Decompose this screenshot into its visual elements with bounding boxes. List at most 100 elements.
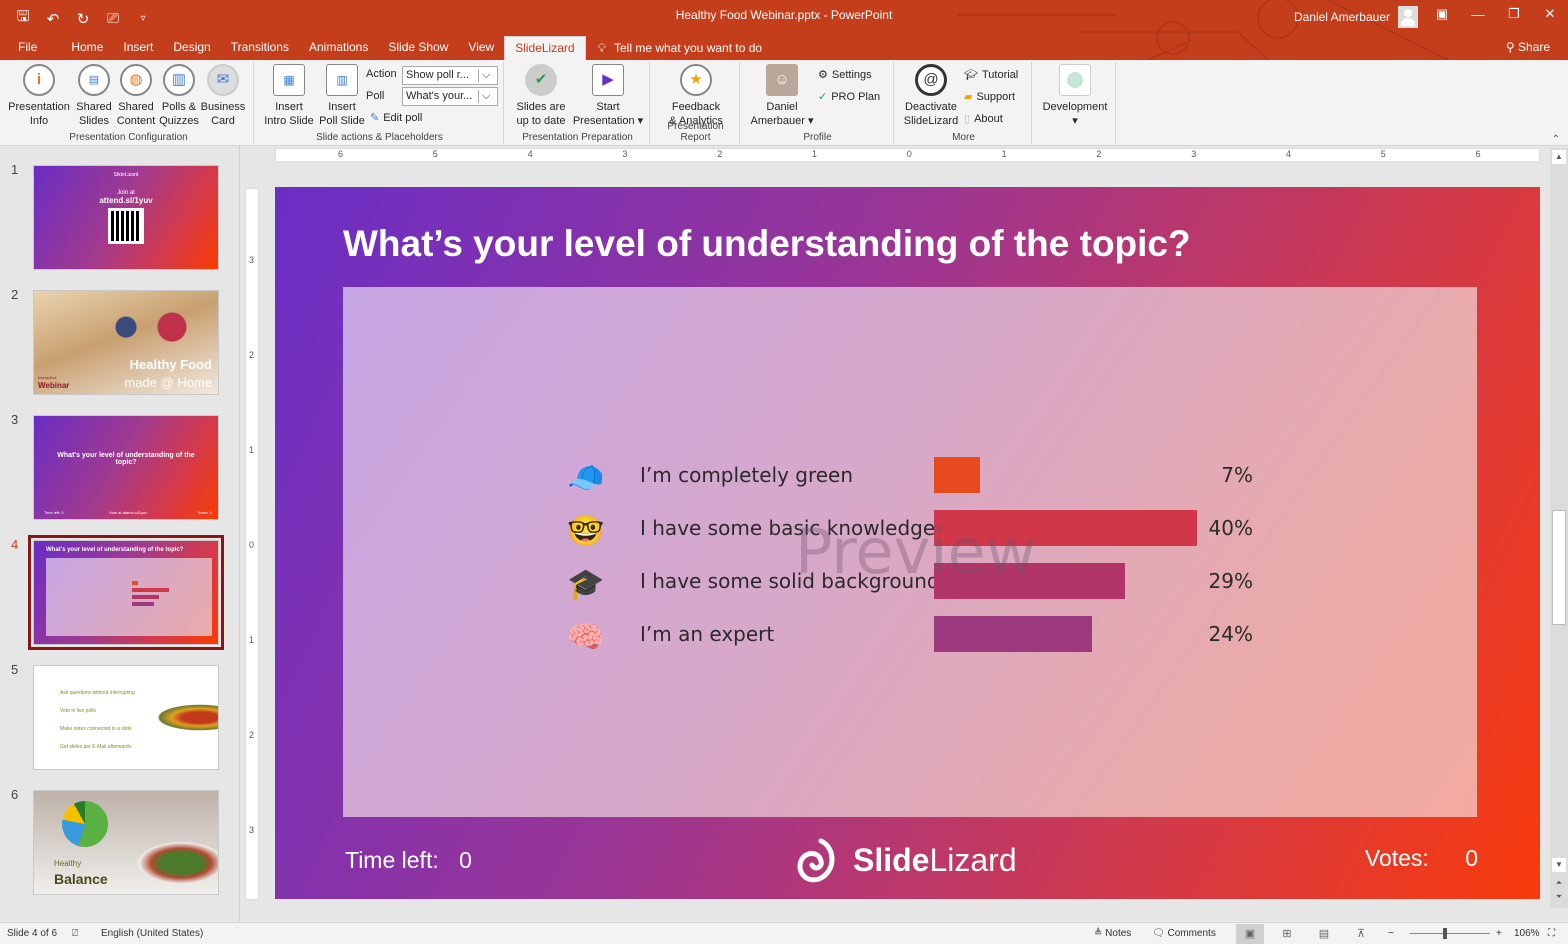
language[interactable]: English (United States) — [101, 928, 203, 939]
scrollbar-thumb[interactable] — [1552, 510, 1566, 625]
zoom-level[interactable]: 106% — [1514, 928, 1540, 939]
poll-bar — [934, 616, 1092, 652]
tab-file[interactable]: File — [0, 36, 61, 60]
ruler-label: 3 — [249, 255, 255, 265]
pro-plan-button[interactable]: ✓ PRO Plan — [818, 90, 880, 104]
support-button[interactable]: ▰ Support — [964, 90, 1015, 104]
fit-slide-icon[interactable]: ⛶ — [1548, 928, 1555, 939]
reading-view-button[interactable]: ▤ — [1310, 924, 1338, 944]
poll-option-row: 🧠 I’m an expert 24% — [343, 616, 1477, 656]
zoom-slider-handle[interactable] — [1443, 928, 1447, 939]
shared-content-button[interactable]: ◍ Shared Content — [114, 64, 158, 128]
window-controls: ▣ — ❐ ✕ — [1424, 0, 1568, 28]
thumbnail-image: What's your level of understanding of th… — [33, 415, 219, 520]
scroll-up-button[interactable]: ▲ — [1552, 150, 1566, 164]
insert-intro-slide-button[interactable]: ▦ Insert Intro Slide — [260, 64, 318, 128]
slide-thumbnail-pane: 1 SlideLizard Join at attend.sl/1yuv 2 H… — [0, 146, 240, 922]
normal-view-button[interactable]: ▣ — [1236, 924, 1264, 944]
spell-check-icon[interactable]: ⍁ — [72, 928, 78, 939]
avatar — [1398, 6, 1418, 28]
about-button[interactable]: ▯ About — [964, 112, 1003, 126]
slides-up-to-date-button[interactable]: ✔ Slides are up to date — [510, 64, 572, 128]
ribbon-display-button[interactable]: ▣ — [1424, 0, 1460, 28]
tell-me-search[interactable]: 💡︎ Tell me what you want to do — [586, 36, 774, 60]
profile-button[interactable]: ☺ Daniel Amerbauer ▾ — [748, 64, 816, 128]
cap-icon: 🧢 — [567, 462, 605, 495]
save-icon[interactable]: 🖫 — [14, 6, 32, 31]
zoom-slider[interactable] — [1410, 933, 1490, 934]
present-icon[interactable]: ⎚ — [104, 10, 122, 27]
tab-animations[interactable]: Animations — [299, 36, 378, 60]
ruler-label: 2 — [1096, 149, 1102, 159]
group-presentation-report: ★ Feedback & Analytics Presentation Repo… — [652, 62, 740, 144]
notes-icon: ≜ — [1094, 928, 1106, 939]
poll-bar — [934, 510, 1197, 546]
settings-button[interactable]: ⚙ Settings — [818, 68, 872, 82]
comments-button[interactable]: 🗨︎ Comments — [1152, 928, 1216, 939]
shared-slides-button[interactable]: ▤ Shared Slides — [72, 64, 116, 128]
deactivate-slidelizard-button[interactable]: @ Deactivate SlideLizard — [900, 64, 962, 128]
action-dropdown[interactable]: Show poll r... ⌵ — [402, 66, 498, 85]
share-button[interactable]: ⚲ Share — [1506, 40, 1550, 54]
poll-bar — [934, 457, 981, 493]
poll-dropdown[interactable]: What's your... ⌵ — [402, 87, 498, 106]
group-presentation-configuration: i Presentation Info ▤ Shared Slides ◍ Sh… — [4, 62, 254, 144]
slide-title[interactable]: What’s your level of understanding of th… — [343, 223, 1191, 265]
ruler-label: 3 — [622, 149, 628, 159]
scroll-down-button[interactable]: ▼ — [1552, 858, 1566, 872]
zoom-in-button[interactable]: + — [1496, 928, 1502, 939]
graduation-cap-icon: 🎓 — [567, 568, 605, 601]
close-button[interactable]: ✕ — [1532, 0, 1568, 28]
undo-icon[interactable]: ↶ — [44, 10, 62, 28]
status-bar: Slide 4 of 6 ⍁ English (United States) ≜… — [0, 922, 1568, 944]
poll-bar — [934, 563, 1125, 599]
start-presentation-button[interactable]: ▶ Start Presentation ▾ — [570, 64, 646, 128]
development-icon — [1059, 64, 1091, 96]
business-card-button[interactable]: ✉ Business Card — [200, 64, 246, 128]
feedback-analytics-button[interactable]: ★ Feedback & Analytics — [656, 64, 736, 128]
tab-home[interactable]: Home — [61, 36, 113, 60]
restore-button[interactable]: ❐ — [1496, 0, 1532, 28]
title-bar: 🖫 ↶ ↻ ⎚ ▿ Healthy Food Webinar.pptx - Po… — [0, 0, 1568, 60]
redo-icon[interactable]: ↻ — [74, 10, 92, 28]
notes-button[interactable]: ≜ Notes — [1094, 928, 1131, 939]
comment-icon: 🗨︎ — [1152, 928, 1168, 939]
group-profile: ☺ Daniel Amerbauer ▾ ⚙ Settings ✓ PRO Plan… — [742, 62, 894, 144]
profile-photo: ☺ — [766, 64, 798, 96]
tutorial-button[interactable]: 🎓︎ Tutorial — [964, 68, 1018, 82]
thumbnail-image-selected: What's your level of understanding of th… — [28, 535, 224, 650]
ruler-label: 0 — [249, 540, 255, 550]
previous-slide-button[interactable]: ⏶ — [1552, 876, 1566, 890]
vertical-scrollbar[interactable]: ▲ ▼ ⏶ ⏷ — [1550, 148, 1568, 908]
check-circle-icon: ✓ — [818, 91, 828, 103]
tab-slide-show[interactable]: Slide Show — [378, 36, 458, 60]
edit-poll-button[interactable]: ✎ Edit poll — [370, 111, 422, 125]
start-presentation-icon: ▶ — [592, 64, 624, 96]
insert-poll-slide-button[interactable]: ▥ Insert Poll Slide — [316, 64, 368, 128]
collapse-ribbon-icon[interactable]: ⌃ — [1552, 134, 1560, 145]
brain-icon: 🧠 — [567, 621, 605, 654]
ruler-label: 4 — [1286, 149, 1292, 159]
slidelizard-logo: SlideLizard — [795, 837, 1017, 883]
slideshow-view-button[interactable]: ⊼ — [1347, 924, 1375, 944]
poll-results-panel: 🧢 I’m completely green 7% 🤓 I have some basi… — [343, 287, 1477, 817]
next-slide-button[interactable]: ⏷ — [1552, 890, 1566, 904]
slidelizard-logo-icon: @ — [915, 64, 947, 96]
tab-slidelizard[interactable]: SlideLizard — [504, 36, 586, 60]
presentation-info-button[interactable]: i Presentation Info — [6, 64, 72, 128]
zoom-out-button[interactable]: − — [1388, 928, 1394, 939]
development-button[interactable]: Development ▾ — [1038, 64, 1112, 128]
tab-view[interactable]: View — [458, 36, 504, 60]
user-account[interactable]: Daniel Amerbauer — [1294, 6, 1418, 28]
customize-icon[interactable]: ▿ — [134, 13, 152, 24]
business-card-icon: ✉ — [207, 64, 239, 96]
slide-canvas[interactable]: What’s your level of understanding of th… — [275, 187, 1540, 899]
polls-quizzes-button[interactable]: ▥ Polls & Quizzes — [156, 64, 202, 128]
tab-design[interactable]: Design — [163, 36, 220, 60]
support-chat-icon: ▰ — [964, 91, 973, 103]
tab-transitions[interactable]: Transitions — [221, 36, 299, 60]
ruler-label: 1 — [1001, 149, 1007, 159]
minimize-button[interactable]: — — [1460, 0, 1496, 28]
slide-sorter-button[interactable]: ⊞ — [1273, 924, 1301, 944]
tab-insert[interactable]: Insert — [113, 36, 163, 60]
